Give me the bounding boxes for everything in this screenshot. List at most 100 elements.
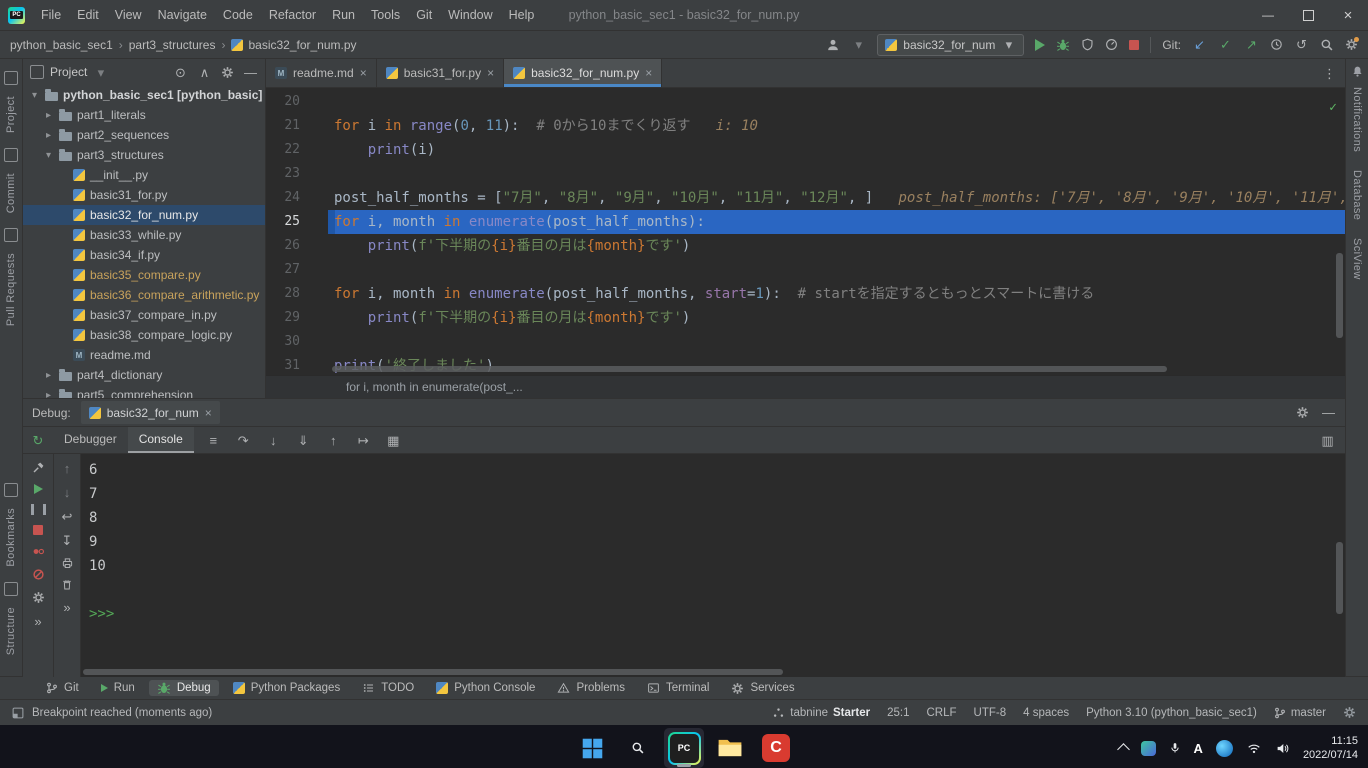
code-line-25[interactable]: 25for i, month in enumerate(post_half_mo… [266,210,1345,234]
console-horizontal-scrollbar[interactable] [83,669,783,675]
code-line-27[interactable]: 27 [266,258,1345,282]
close-tab-icon[interactable]: × [360,66,367,80]
menu-code[interactable]: Code [215,0,261,30]
editor-tab-basic31-for-py[interactable]: basic31_for.py× [377,59,504,87]
tree-item-basic34-if-py[interactable]: basic34_if.py [23,245,265,265]
debug-settings-icon[interactable] [1296,406,1309,419]
run-configuration-select[interactable]: basic32_for_num ▾ [877,34,1024,56]
editor-vertical-scrollbar[interactable] [1336,253,1343,338]
inspections-ok-icon[interactable]: ✓ [1329,96,1337,120]
code-line-21[interactable]: 21for i in range(0, 11): # 0から10までくり返す i… [266,114,1345,138]
run-with-coverage-button[interactable] [1081,38,1094,51]
profiler-button[interactable] [1105,38,1118,51]
tree-item-basic35-compare-py[interactable]: basic35_compare.py [23,265,265,285]
hide-panel-icon[interactable]: — [243,65,258,80]
minimize-button[interactable]: — [1248,0,1288,30]
mute-breakpoints-icon[interactable] [32,568,45,581]
more-console-actions-icon[interactable]: » [60,600,75,615]
ime-mode-indicator[interactable]: A [1194,741,1203,756]
code-editor[interactable]: 2021for i in range(0, 11): # 0から10までくり返す… [266,88,1345,375]
menu-edit[interactable]: Edit [69,0,107,30]
indent-style[interactable]: 4 spaces [1023,707,1069,719]
tree-item-init-py[interactable]: __init__.py [23,165,265,185]
volume-icon[interactable] [1275,742,1290,755]
editor-tab-readme-md[interactable]: Mreadme.md× [266,59,377,87]
notifications-bell-icon[interactable] [1351,65,1364,78]
chevron-down-icon[interactable]: ▾ [93,65,108,80]
line-number[interactable]: 31 [266,354,300,375]
more-actions-icon[interactable]: » [31,614,46,629]
code-line-24[interactable]: 24post_half_months = ["7月", "8月", "9月", … [266,186,1345,210]
code-line-22[interactable]: 22 print(i) [266,138,1345,162]
rerun-icon[interactable]: ↻ [31,433,46,448]
search-everywhere-icon[interactable] [1320,38,1334,52]
tool-button-problems[interactable]: Problems [549,681,633,695]
tool-stripe-commit[interactable]: Commit [4,142,18,222]
close-tab-icon[interactable]: × [645,66,652,80]
force-step-into-icon[interactable]: ⇓ [296,433,311,448]
line-separator[interactable]: CRLF [926,707,956,719]
line-number[interactable]: 24 [266,186,300,210]
step-over-icon[interactable]: ↷ [236,433,251,448]
taskbar-pycharm-button[interactable]: PC [664,728,704,768]
line-number[interactable]: 29 [266,306,300,330]
step-out-icon[interactable]: ↑ [326,433,341,448]
chevron-down-icon[interactable]: ▾ [29,90,40,101]
microphone-tray-icon[interactable] [1169,741,1181,755]
tool-button-python-packages[interactable]: Python Packages [225,681,349,695]
code-line-30[interactable]: 30 [266,330,1345,354]
line-number[interactable]: 22 [266,138,300,162]
tree-item-readme-md[interactable]: Mreadme.md [23,345,265,365]
menu-file[interactable]: File [33,0,69,30]
line-number[interactable]: 27 [266,258,300,282]
tree-item-basic31-for-py[interactable]: basic31_for.py [23,185,265,205]
debug-button[interactable] [1056,38,1070,52]
code-line-26[interactable]: 26 print(f'下半期の{i}番目の月は{month}です') [266,234,1345,258]
tab-options-icon[interactable]: ⋮ [1322,66,1337,81]
editor-horizontal-scrollbar[interactable] [332,366,1167,372]
maximize-button[interactable] [1288,0,1328,30]
tool-button-run[interactable]: Run [93,681,143,695]
chevron-right-icon[interactable]: ▸ [43,130,54,141]
start-button[interactable] [572,728,612,768]
menu-git[interactable]: Git [408,0,440,30]
hide-debug-panel-icon[interactable]: — [1321,405,1336,420]
breadcrumb-item-basic32-for-num-py[interactable]: basic32_for_num.py [231,38,356,52]
menu-refactor[interactable]: Refactor [261,0,324,30]
console-vertical-scrollbar[interactable] [1336,542,1343,614]
breadcrumb-item-part3-structures[interactable]: part3_structures [129,38,216,52]
tool-stripe-database[interactable]: Database [1351,161,1363,229]
close-button[interactable]: × [1328,0,1368,30]
code-line-20[interactable]: 20 [266,90,1345,114]
rollback-icon[interactable]: ↺ [1294,37,1309,52]
soft-wrap-icon[interactable]: ↩ [60,509,75,524]
tree-item-basic36-compare-arithmetic-py[interactable]: basic36_compare_arithmetic.py [23,285,265,305]
tool-button-debug[interactable]: Debug [149,680,219,696]
python-interpreter[interactable]: Python 3.10 (python_basic_sec1) [1086,707,1257,719]
tool-stripe-sciview[interactable]: SciView [1351,229,1363,289]
line-number[interactable]: 28 [266,282,300,306]
resume-program-icon[interactable] [34,484,43,494]
print-icon[interactable] [61,557,74,569]
select-opened-file-icon[interactable]: ⊙ [173,65,188,80]
modify-run-configuration-icon[interactable] [32,461,45,474]
settings-gear-icon[interactable] [1345,38,1358,51]
tree-item-part4-dictionary[interactable]: ▸part4_dictionary [23,365,265,385]
chevron-right-icon[interactable]: ▸ [43,110,54,121]
menu-window[interactable]: Window [440,0,500,30]
tool-button-python-console[interactable]: Python Console [428,681,543,695]
menu-navigate[interactable]: Navigate [150,0,215,30]
debug-tab-debugger[interactable]: Debugger [53,427,128,453]
collapse-all-icon[interactable]: ∧ [197,65,212,80]
tree-item-basic32-for-num-py[interactable]: basic32_for_num.py [23,205,265,225]
line-number[interactable]: 30 [266,330,300,354]
chevron-down-icon[interactable]: ▾ [851,37,866,52]
breadcrumb-item-python-basic-sec1[interactable]: python_basic_sec1 [10,38,113,52]
tool-button-terminal[interactable]: Terminal [639,681,717,695]
clear-all-icon[interactable] [61,578,73,591]
tray-app-icon[interactable] [1141,741,1156,756]
tool-stripe-bookmarks[interactable]: Bookmarks [4,477,18,576]
tool-button-git[interactable]: Git [38,680,87,696]
code-line-29[interactable]: 29 print(f'下半期の{i}番目の月は{month}です') [266,306,1345,330]
tabnine-status[interactable]: tabnine Starter [772,707,870,719]
